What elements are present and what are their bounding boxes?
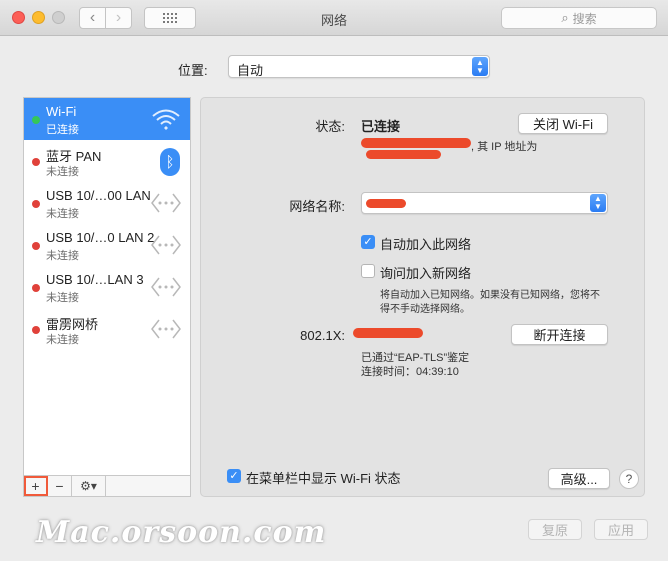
service-list-controls: + − ⚙▾ <box>23 476 191 497</box>
turn-off-wifi-button[interactable]: 关闭 Wi-Fi <box>518 113 608 134</box>
ethernet-icon <box>151 319 181 339</box>
service-status: 未连接 <box>46 334 79 346</box>
location-label: 位置: <box>178 63 208 78</box>
service-name: USB 10/…LAN 3 <box>46 272 144 287</box>
ip-address-text: , 其 IP 地址为 <box>471 141 538 153</box>
status-value: 已连接 <box>361 119 401 134</box>
status-dot <box>32 158 40 166</box>
menubar-status-checkbox[interactable]: ✓ <box>227 469 241 483</box>
network-name-select[interactable]: ▲ ▼ <box>361 192 608 214</box>
service-status: 未连接 <box>46 166 79 178</box>
location-select[interactable]: 自动 ▲ ▼ <box>228 55 490 78</box>
service-item-bluetooth-pan[interactable]: 蓝牙 PAN 未连接 ᛒ <box>24 140 190 182</box>
ethernet-icon <box>151 235 181 255</box>
help-button[interactable]: ? <box>619 469 639 489</box>
ethernet-icon <box>151 193 181 213</box>
advanced-button[interactable]: 高级... <box>548 468 610 489</box>
wifi-icon <box>152 109 180 130</box>
network-name-label: 网络名称: <box>289 199 345 214</box>
location-value: 自动 <box>237 63 264 78</box>
apply-button[interactable]: 应用 <box>594 519 648 540</box>
service-status: 已连接 <box>46 124 79 136</box>
ask-join-checkbox[interactable] <box>361 264 375 278</box>
ask-join-description: 得不手动选择网络。 <box>380 304 470 315</box>
search-placeholder: 搜索 <box>572 11 597 26</box>
redaction-mark <box>366 199 406 208</box>
service-item-usb-lan-2[interactable]: USB 10/…0 LAN 2 未连接 <box>24 224 190 266</box>
service-name: USB 10/…00 LAN <box>46 188 151 203</box>
bluetooth-icon: ᛒ <box>160 148 180 176</box>
ethernet-icon <box>151 277 181 297</box>
service-item-thunderbolt-bridge[interactable]: 雷雳网桥 未连接 <box>24 308 190 350</box>
status-dot <box>32 284 40 292</box>
redaction-mark <box>353 328 423 338</box>
auth-label: 802.1X: <box>300 328 345 343</box>
service-name: USB 10/…0 LAN 2 <box>46 230 155 245</box>
select-stepper-icon: ▲ ▼ <box>472 57 488 76</box>
menubar-status-label: 在菜单栏中显示 Wi-Fi 状态 <box>246 471 401 486</box>
status-label: 状态: <box>315 119 345 134</box>
title-bar: ‹ › 网络 ⌕ 搜索 <box>0 0 668 36</box>
redaction-mark <box>366 150 441 159</box>
add-service-button[interactable]: + <box>24 476 48 496</box>
service-name: Wi-Fi <box>46 104 77 119</box>
service-status: 未连接 <box>46 208 79 220</box>
status-dot <box>32 326 40 334</box>
auto-join-checkbox[interactable]: ✓ <box>361 235 375 249</box>
status-dot <box>32 242 40 250</box>
ask-join-label: 询问加入新网络 <box>380 266 472 281</box>
select-stepper-icon: ▲ ▼ <box>590 194 606 212</box>
revert-button[interactable]: 复原 <box>528 519 582 540</box>
service-list: Wi-Fi 已连接 蓝牙 PAN 未连接 ᛒ USB 10/…00 LAN 未连… <box>23 97 191 476</box>
redaction-mark <box>361 138 471 148</box>
network-preferences-window: ‹ › 网络 ⌕ 搜索 位置: 自动 ▲ ▼ Wi-Fi 已连接 蓝牙 PAN … <box>0 0 668 561</box>
search-field[interactable]: ⌕ 搜索 <box>501 7 657 29</box>
watermark-text: Mac.orsoon.com <box>36 515 327 550</box>
disconnect-button[interactable]: 断开连接 <box>511 324 608 345</box>
gear-menu-button[interactable]: ⚙▾ <box>72 476 106 496</box>
status-dot <box>32 116 40 124</box>
wifi-detail-panel: 状态: 已连接 关闭 Wi-Fi , 其 IP 地址为 网络名称: ▲ ▼ ✓ 自… <box>200 97 645 497</box>
search-icon: ⌕ <box>561 10 569 25</box>
remove-service-button[interactable]: − <box>48 476 72 496</box>
connect-time: 连接时间：04:39:10 <box>361 366 459 378</box>
service-status: 未连接 <box>46 292 79 304</box>
service-item-wifi[interactable]: Wi-Fi 已连接 <box>24 98 190 140</box>
status-dot <box>32 200 40 208</box>
ask-join-description: 将自动加入已知网络。如果没有已知网络，您将不 <box>380 290 600 301</box>
service-item-usb-lan-3[interactable]: USB 10/…LAN 3 未连接 <box>24 266 190 308</box>
service-status: 未连接 <box>46 250 79 262</box>
auto-join-label: 自动加入此网络 <box>380 237 472 252</box>
service-item-usb-lan[interactable]: USB 10/…00 LAN 未连接 <box>24 182 190 224</box>
